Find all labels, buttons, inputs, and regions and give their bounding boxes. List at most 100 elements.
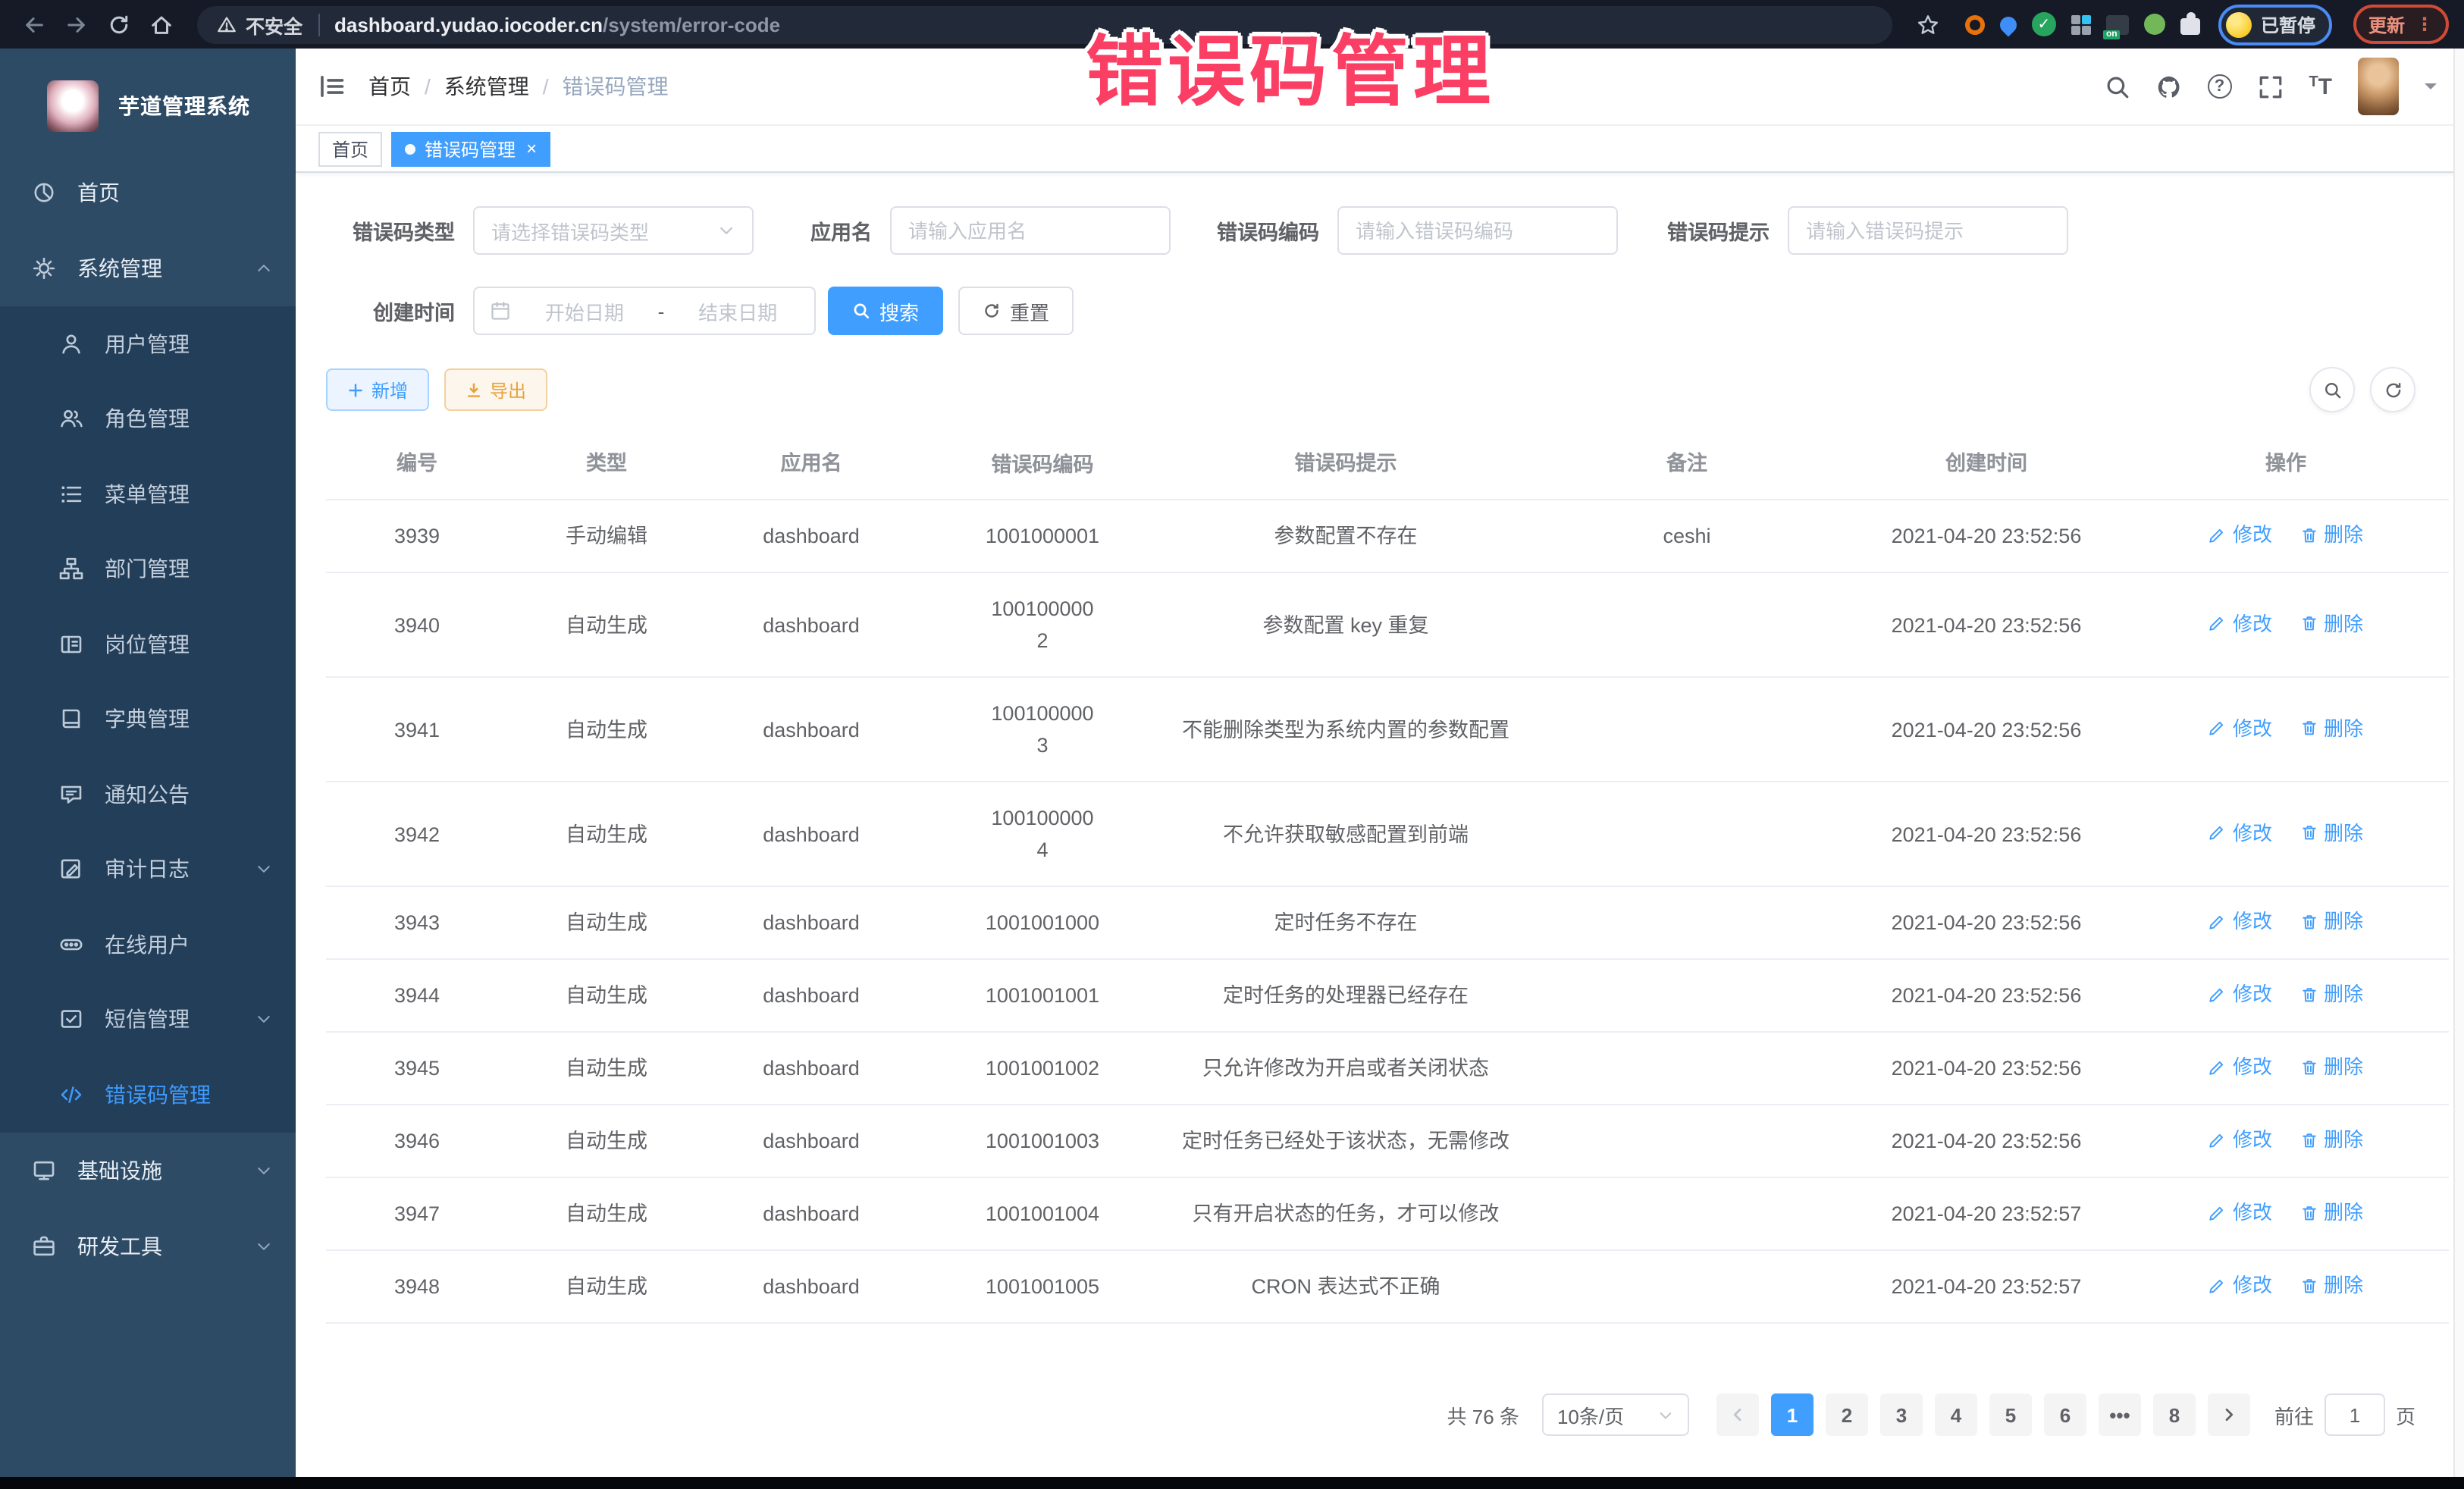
tab-close-icon[interactable]: ×: [526, 139, 537, 158]
bookmark-star-icon[interactable]: [1911, 6, 1947, 42]
search-button[interactable]: 搜索: [828, 287, 943, 335]
chevron-down-icon: [717, 221, 735, 240]
page-button-4[interactable]: 4: [1935, 1393, 1977, 1436]
delete-link[interactable]: 删除: [2299, 1271, 2363, 1300]
extension-key-icon[interactable]: [2144, 14, 2165, 35]
app-logo[interactable]: 芋道管理系统: [0, 49, 296, 155]
sidebar-item-infrastructure[interactable]: 基础设施: [0, 1132, 296, 1208]
edit-link[interactable]: 修改: [2209, 1053, 2272, 1082]
forward-icon[interactable]: [58, 6, 94, 42]
user-avatar[interactable]: [2358, 58, 2399, 115]
sidebar-item-notice-announcement[interactable]: 通知公告: [0, 757, 296, 832]
prev-page-button[interactable]: [1716, 1393, 1759, 1436]
edit-link[interactable]: 修改: [2209, 980, 2272, 1009]
page-scrollbar[interactable]: [2453, 49, 2464, 1477]
page-button-5[interactable]: 5: [1989, 1393, 2032, 1436]
extension-pin-icon[interactable]: [1996, 12, 2020, 36]
insecure-label: 不安全: [246, 10, 303, 39]
total-count: 共 76 条: [1447, 1400, 1519, 1429]
audit-log-icon: [59, 857, 85, 882]
extension-orange-icon[interactable]: [1965, 14, 1985, 34]
sidebar-item-menu-management[interactable]: 菜单管理: [0, 456, 296, 531]
show-search-button[interactable]: [2309, 367, 2355, 412]
cell-actions: 修改删除: [2123, 694, 2449, 765]
reset-button[interactable]: 重置: [958, 287, 1074, 335]
sidebar-item-dict-management[interactable]: 字典管理: [0, 682, 296, 757]
col-id: 编号: [326, 431, 508, 499]
breadcrumb-home[interactable]: 首页: [368, 71, 411, 102]
extension-green-check-icon[interactable]: ✓: [2032, 12, 2056, 36]
cell-time: 2021-04-20 23:52:56: [1850, 591, 2123, 659]
page-size-select[interactable]: 10条/页: [1542, 1393, 1689, 1436]
edit-link[interactable]: 修改: [2209, 819, 2272, 848]
avatar-caret-icon[interactable]: [2425, 83, 2437, 96]
address-bar[interactable]: 不安全 dashboard.yudao.iocoder.cn /system/e…: [197, 5, 1892, 43]
delete-link[interactable]: 删除: [2299, 521, 2363, 550]
edit-link[interactable]: 修改: [2209, 908, 2272, 936]
sidebar-item-audit-log[interactable]: 审计日志: [0, 832, 296, 907]
edit-link[interactable]: 修改: [2209, 1199, 2272, 1227]
extensions-puzzle-icon[interactable]: [2180, 18, 2200, 35]
next-page-button[interactable]: [2208, 1393, 2250, 1436]
sidebar-collapse-icon[interactable]: [318, 73, 346, 100]
delete-link[interactable]: 删除: [2299, 610, 2363, 638]
error-hint-input[interactable]: [1788, 206, 2068, 255]
export-button[interactable]: 导出: [444, 368, 547, 411]
sidebar-item-sms-management[interactable]: 短信管理: [0, 982, 296, 1057]
delete-link[interactable]: 删除: [2299, 908, 2363, 936]
reload-icon[interactable]: [100, 6, 136, 42]
sidebar-item-home[interactable]: 首页: [0, 155, 296, 230]
font-size-icon[interactable]: TT: [2309, 75, 2332, 98]
sidebar-item-user-management[interactable]: 用户管理: [0, 306, 296, 381]
page-button-6[interactable]: 6: [2044, 1393, 2086, 1436]
refresh-table-button[interactable]: [2370, 367, 2415, 412]
app-name-input[interactable]: [890, 206, 1171, 255]
page-button-1[interactable]: 1: [1771, 1393, 1814, 1436]
tab-home[interactable]: 首页: [318, 131, 382, 166]
breadcrumb-system[interactable]: 系统管理: [444, 71, 529, 102]
delete-link[interactable]: 删除: [2299, 980, 2363, 1009]
page-button-2[interactable]: 2: [1826, 1393, 1868, 1436]
extension-list-icon[interactable]: on: [2106, 14, 2129, 34]
sidebar-item-error-code-management[interactable]: 错误码管理: [0, 1057, 296, 1132]
sidebar-item-role-management[interactable]: 角色管理: [0, 381, 296, 456]
insecure-warning[interactable]: 不安全: [217, 10, 303, 39]
page-button-3[interactable]: 3: [1880, 1393, 1923, 1436]
browser-profile-chip[interactable]: 已暂停: [2218, 4, 2332, 45]
edit-link[interactable]: 修改: [2209, 714, 2272, 743]
search-icon[interactable]: [2104, 74, 2130, 99]
edit-link[interactable]: 修改: [2209, 521, 2272, 550]
edit-link[interactable]: 修改: [2209, 610, 2272, 638]
sidebar-item-online-users[interactable]: 在线用户: [0, 907, 296, 982]
error-code-input[interactable]: [1337, 206, 1618, 255]
back-icon[interactable]: [15, 6, 52, 42]
delete-icon: [2299, 913, 2318, 931]
extension-grid-icon[interactable]: [2071, 14, 2091, 34]
page-ellipsis-button[interactable]: •••: [2099, 1393, 2141, 1436]
error-type-select[interactable]: 请选择错误码类型: [473, 206, 754, 255]
delete-link[interactable]: 删除: [2299, 1199, 2363, 1227]
table-row: 3945自动生成dashboard1001001002只允许修改为开启或者关闭状…: [326, 1033, 2449, 1105]
help-icon[interactable]: [2207, 74, 2231, 99]
goto-page-input[interactable]: [2324, 1393, 2385, 1436]
delete-link[interactable]: 删除: [2299, 1053, 2363, 1082]
tab-error-code[interactable]: 错误码管理 ×: [391, 131, 550, 166]
fullscreen-icon[interactable]: [2257, 74, 2283, 99]
sidebar-item-dept-management[interactable]: 部门管理: [0, 531, 296, 607]
sidebar-item-system-management[interactable]: 系统管理: [0, 230, 296, 306]
dictionary-icon: [59, 707, 85, 732]
browser-menu-icon[interactable]: ⋮: [2415, 15, 2434, 33]
edit-link[interactable]: 修改: [2209, 1271, 2272, 1300]
page-button-8[interactable]: 8: [2153, 1393, 2196, 1436]
sidebar-item-dev-tools[interactable]: 研发工具: [0, 1208, 296, 1284]
delete-link[interactable]: 删除: [2299, 714, 2363, 743]
browser-update-button[interactable]: 更新 ⋮: [2353, 5, 2449, 44]
home-icon[interactable]: [143, 6, 179, 42]
edit-link[interactable]: 修改: [2209, 1126, 2272, 1155]
add-button[interactable]: 新增: [326, 368, 429, 411]
delete-link[interactable]: 删除: [2299, 819, 2363, 848]
github-icon[interactable]: [2155, 74, 2181, 99]
sidebar-item-post-management[interactable]: 岗位管理: [0, 607, 296, 682]
delete-link[interactable]: 删除: [2299, 1126, 2363, 1155]
date-range-picker[interactable]: 开始日期 - 结束日期: [473, 287, 816, 335]
